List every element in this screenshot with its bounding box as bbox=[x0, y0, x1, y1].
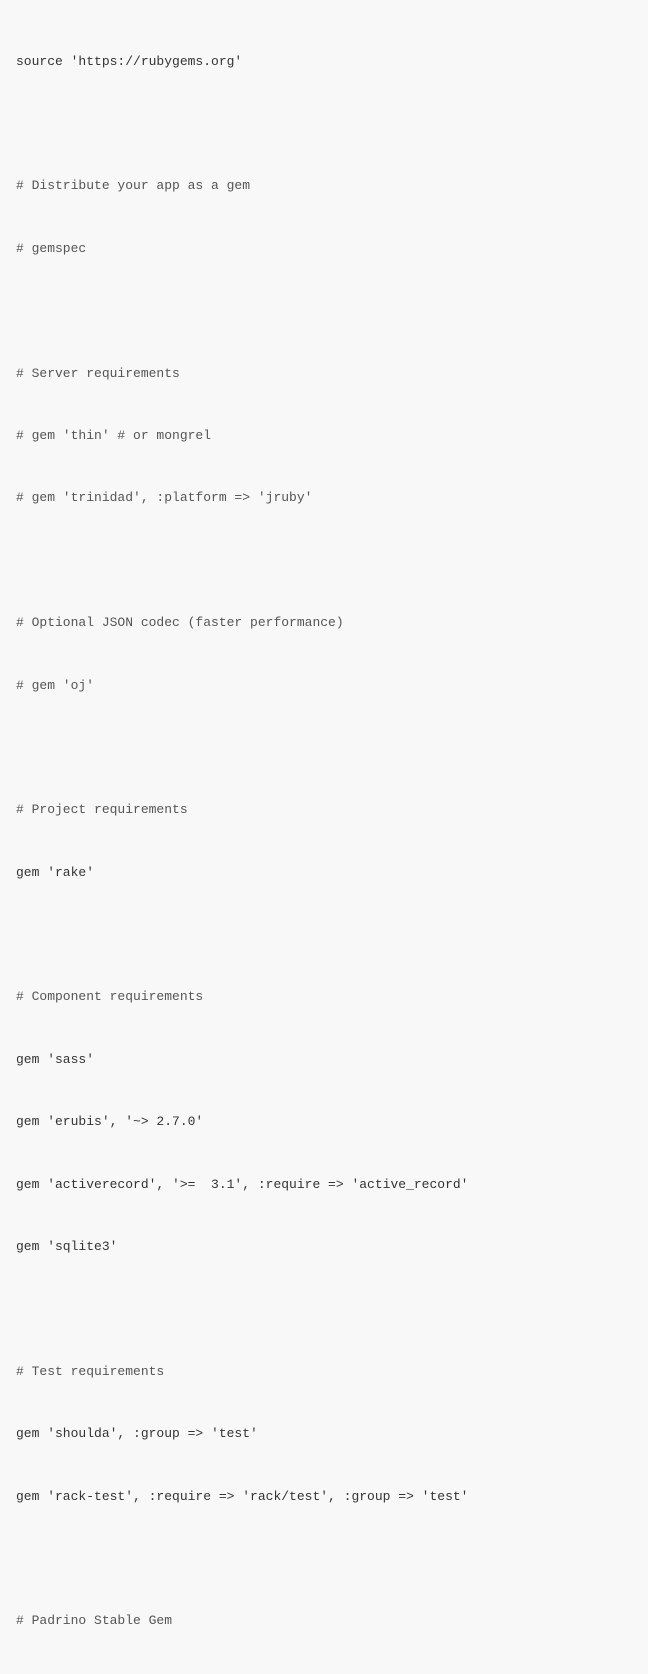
code-line-11: # gem 'oj' bbox=[16, 676, 632, 697]
code-line-14: gem 'rake' bbox=[16, 863, 632, 884]
code-line-6: # Server requirements bbox=[16, 364, 632, 385]
code-line-5 bbox=[16, 301, 632, 322]
code-line-3: # Distribute your app as a gem bbox=[16, 176, 632, 197]
code-line-7: # gem 'thin' # or mongrel bbox=[16, 426, 632, 447]
code-line-16: # Component requirements bbox=[16, 987, 632, 1008]
code-line-19: gem 'activerecord', '>= 3.1', :require =… bbox=[16, 1175, 632, 1196]
code-line-4: # gemspec bbox=[16, 239, 632, 260]
code-line-21 bbox=[16, 1299, 632, 1320]
code-editor: source 'https://rubygems.org' # Distribu… bbox=[0, 0, 648, 1674]
code-line-17: gem 'sass' bbox=[16, 1050, 632, 1071]
code-line-20: gem 'sqlite3' bbox=[16, 1237, 632, 1258]
code-line-22: # Test requirements bbox=[16, 1362, 632, 1383]
code-line-10: # Optional JSON codec (faster performanc… bbox=[16, 613, 632, 634]
code-line-26: # Padrino Stable Gem bbox=[16, 1611, 632, 1632]
code-line-13: # Project requirements bbox=[16, 800, 632, 821]
code-line-8: # gem 'trinidad', :platform => 'jruby' bbox=[16, 488, 632, 509]
code-line-2 bbox=[16, 114, 632, 135]
code-line-18: gem 'erubis', '~> 2.7.0' bbox=[16, 1112, 632, 1133]
code-line-25 bbox=[16, 1549, 632, 1570]
code-line-9 bbox=[16, 551, 632, 572]
code-line-23: gem 'shoulda', :group => 'test' bbox=[16, 1424, 632, 1445]
code-line-15 bbox=[16, 925, 632, 946]
code-line-1: source 'https://rubygems.org' bbox=[16, 52, 632, 73]
code-line-12 bbox=[16, 738, 632, 759]
code-line-24: gem 'rack-test', :require => 'rack/test'… bbox=[16, 1487, 632, 1508]
